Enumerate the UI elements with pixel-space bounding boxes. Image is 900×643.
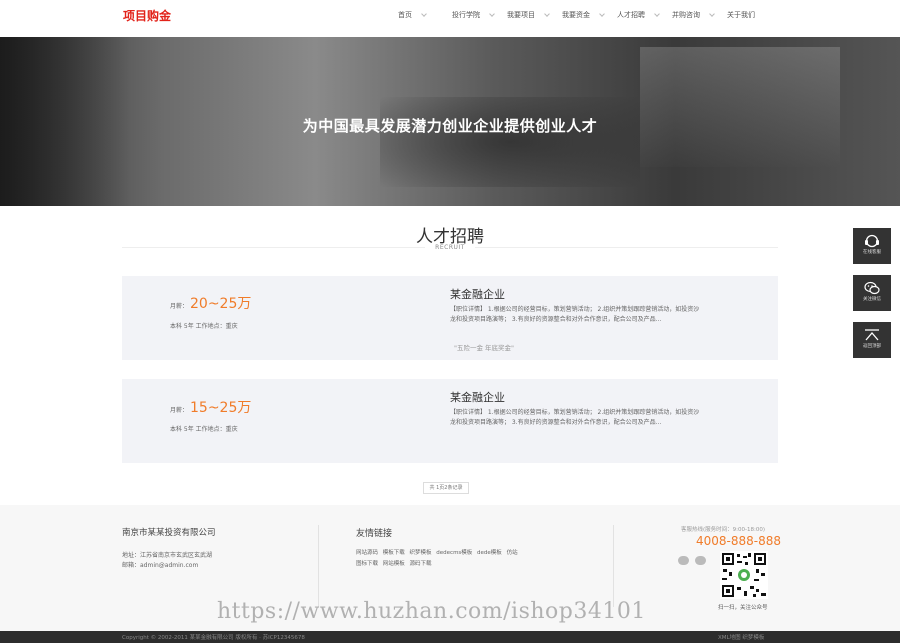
side-label: 在线客服 — [863, 250, 881, 255]
wechat-icon[interactable] — [695, 556, 706, 565]
logo[interactable]: 项目购金 — [123, 7, 171, 24]
headset-icon — [864, 233, 880, 248]
friend-link[interactable]: 网站源码 — [356, 550, 378, 556]
bottom-links[interactable]: XML地图 织梦模板 — [718, 633, 764, 641]
job-company[interactable]: 某金融企业 — [450, 286, 505, 302]
qq-icon[interactable] — [678, 556, 689, 565]
friend-link[interactable]: 模板下载 — [383, 550, 405, 556]
nav-label: 关于我们 — [727, 11, 755, 19]
service-phone: 4008-888-888 — [696, 534, 782, 548]
bottom-bar: Copyright © 2002-2011 某某金融有限公司 版权所有 · 苏I… — [0, 631, 900, 643]
nav-label: 人才招聘 — [617, 11, 645, 19]
nav-item-academy[interactable]: 投行学院 — [452, 10, 495, 20]
qr-code-icon — [720, 551, 768, 599]
chevron-down-icon — [599, 10, 605, 17]
qr-code — [720, 551, 768, 599]
side-label: 关注微信 — [863, 297, 881, 302]
salary-value: 15~25万 — [190, 400, 252, 416]
nav-label: 我要资金 — [562, 11, 590, 19]
friend-link[interactable]: 图标下载 — [356, 561, 378, 567]
footer-address: 地址：江苏省南京市玄武区玄武湖 — [122, 552, 213, 559]
job-welfare: "五险一金 年底奖金" — [454, 344, 515, 352]
job-description: 【职位详情】 1.根据公司的经营目标，策划营销活动； 2.组织并策划跟踪营销活动… — [450, 306, 700, 323]
job-card[interactable]: 月薪： 15~25万 本科 5年 工作地点：重庆 某金融企业 【职位详情】 1.… — [122, 379, 778, 463]
footer-divider — [613, 525, 614, 607]
chevron-down-icon — [709, 10, 715, 17]
copyright: Copyright © 2002-2011 某某金融有限公司 版权所有 · 苏I… — [122, 635, 305, 641]
job-company[interactable]: 某金融企业 — [450, 389, 505, 405]
job-meta: 本科 5年 工作地点：重庆 — [170, 426, 238, 433]
friend-link[interactable]: dede模板 — [477, 550, 502, 556]
friend-link[interactable]: 网站模板 — [383, 561, 405, 567]
chevron-down-icon — [544, 10, 550, 17]
nav-item-about[interactable]: 关于我们 — [727, 10, 755, 20]
job-salary: 月薪： 15~25万 — [170, 397, 251, 417]
main-nav: 首页 投行学院 我要项目 我要资金 人才招聘 并购咨询 关于我们 — [398, 0, 755, 30]
service-hours: 客服热线(服务时间：9:00-18:00) — [681, 527, 765, 533]
nav-item-ma[interactable]: 并购咨询 — [672, 10, 715, 20]
job-description: 【职位详情】 1.根据公司的经营目标，策划营销活动； 2.组织并策划跟踪营销活动… — [450, 409, 700, 426]
nav-label: 投行学院 — [452, 11, 480, 19]
footer-divider — [318, 525, 319, 607]
watermark: https://www.huzhan.com/ishop34101 — [217, 599, 646, 624]
friend-link[interactable]: dedecms模板 — [436, 550, 472, 556]
salary-label: 月薪： — [170, 303, 189, 310]
job-salary: 月薪： 20~25万 — [170, 293, 251, 313]
banner-title: 为中国最具发展潜力创业企业提供创业人才 — [302, 117, 598, 135]
wechat-icon — [864, 280, 880, 295]
nav-item-projects[interactable]: 我要项目 — [507, 10, 550, 20]
section-subtitle: RECRUIT — [435, 244, 465, 251]
footer-email: 邮箱：admin@admin.com — [122, 562, 199, 569]
friend-link[interactable]: 仿站 — [507, 550, 518, 556]
side-label: 返回顶部 — [863, 344, 881, 349]
nav-label: 并购咨询 — [672, 11, 700, 19]
nav-label: 首页 — [398, 11, 412, 19]
side-wechat[interactable]: 关注微信 — [853, 275, 891, 311]
friend-link[interactable]: 源码下载 — [410, 561, 432, 567]
social-icons — [678, 556, 706, 565]
hero-banner: 为中国最具发展潜力创业企业提供创业人才 — [0, 37, 900, 206]
links-title: 友情链接 — [356, 529, 393, 539]
side-back-to-top[interactable]: 返回顶部 — [853, 322, 891, 358]
chevron-down-icon — [421, 10, 427, 17]
job-meta: 本科 5年 工作地点：重庆 — [170, 323, 238, 330]
side-online-service[interactable]: 在线客服 — [853, 228, 891, 264]
salary-value: 20~25万 — [190, 296, 252, 312]
nav-item-home[interactable]: 首页 — [398, 10, 427, 20]
chevron-down-icon — [489, 10, 495, 17]
pagination[interactable]: 共 1页2条记录 — [423, 482, 469, 494]
header: 项目购金 首页 投行学院 我要项目 我要资金 人才招聘 并购咨询 关于我们 — [0, 0, 900, 37]
qr-label: 扫一扫，关注公众号 — [718, 605, 768, 611]
friend-link[interactable]: 织梦模板 — [410, 550, 432, 556]
banner-photo-window — [640, 47, 840, 167]
banner-photo-shade — [380, 97, 640, 187]
nav-item-funding[interactable]: 我要资金 — [562, 10, 605, 20]
back-to-top-icon — [864, 327, 880, 341]
nav-item-recruit[interactable]: 人才招聘 — [617, 10, 660, 20]
salary-label: 月薪： — [170, 407, 189, 414]
job-card[interactable]: 月薪： 20~25万 本科 5年 工作地点：重庆 某金融企业 【职位详情】 1.… — [122, 276, 778, 360]
chevron-down-icon — [654, 10, 660, 17]
footer-company: 南京市某某投资有限公司 — [122, 528, 216, 538]
nav-label: 我要项目 — [507, 11, 535, 19]
friend-links: 网站源码 模板下载 织梦模板 dedecms模板 dede模板 仿站 图标下载 … — [356, 548, 556, 570]
page: 项目购金 首页 投行学院 我要项目 我要资金 人才招聘 并购咨询 关于我们 为中… — [0, 0, 900, 643]
